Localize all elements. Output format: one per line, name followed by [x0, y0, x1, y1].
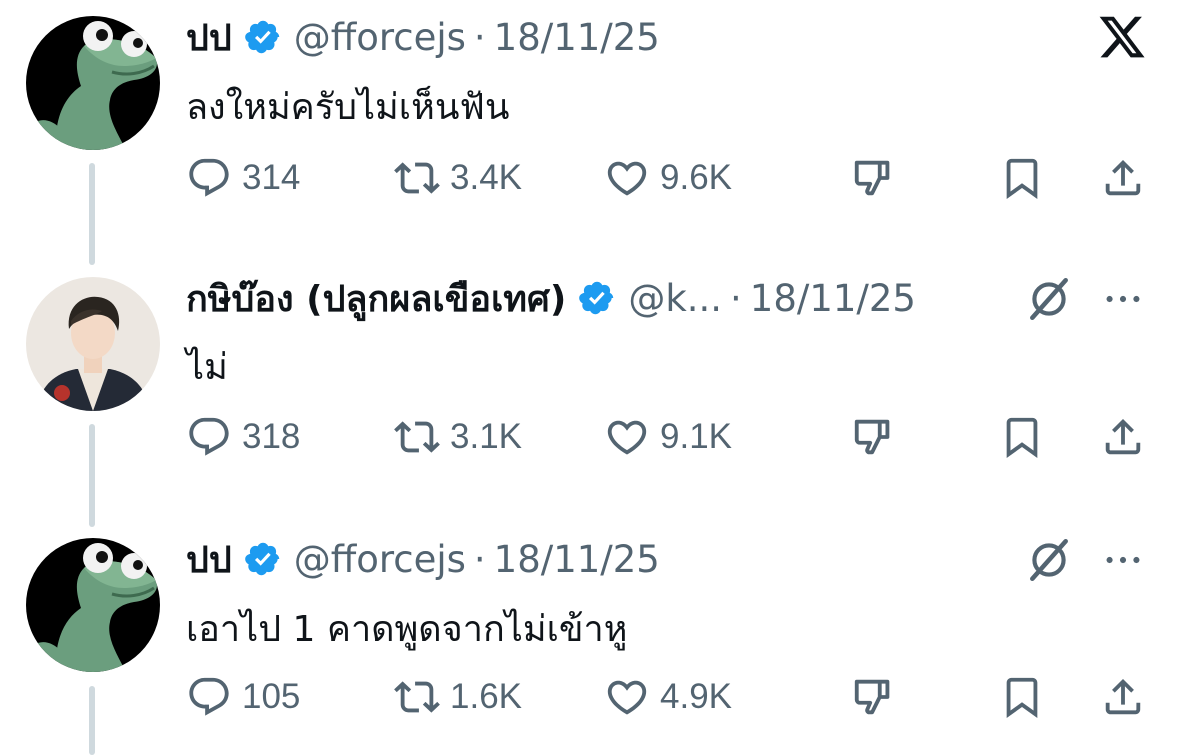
- reply-count: 314: [242, 158, 301, 197]
- display-name[interactable]: ปป: [186, 531, 232, 588]
- retweet-icon: [394, 681, 440, 713]
- action-bar: 105 1.6K 4.9K: [186, 672, 1146, 722]
- tweet-date[interactable]: 18/11/25: [494, 538, 660, 581]
- grok-icon[interactable]: [1024, 535, 1074, 585]
- retweet-count: 3.4K: [450, 158, 522, 197]
- share-icon: [1105, 678, 1141, 715]
- tweet-header: ปป @fforcejs · 18/11/25: [186, 535, 660, 583]
- like-button[interactable]: 4.9K: [604, 672, 732, 722]
- like-count: 9.6K: [660, 158, 732, 197]
- heart-icon: [607, 420, 647, 455]
- thread-line: [89, 686, 95, 755]
- tweet-header: ปป @fforcejs · 18/11/25: [186, 13, 660, 61]
- reply-icon: [189, 677, 229, 716]
- x-logo-icon: [1099, 16, 1145, 58]
- more-options-icon[interactable]: [1100, 276, 1146, 322]
- heart-icon: [607, 161, 647, 196]
- user-handle[interactable]: @k...: [628, 277, 722, 320]
- tweet-date[interactable]: 18/11/25: [494, 16, 660, 59]
- like-button[interactable]: 9.6K: [604, 153, 732, 203]
- retweet-button[interactable]: 3.1K: [394, 412, 522, 462]
- dislike-button[interactable]: [851, 672, 897, 722]
- avatar[interactable]: [26, 538, 160, 672]
- thread-line: [89, 424, 95, 527]
- action-bar: 318 3.1K 9.1K: [186, 412, 1146, 462]
- like-button[interactable]: 9.1K: [604, 412, 732, 462]
- bookmark-icon: [1006, 158, 1038, 199]
- bookmark-button[interactable]: [999, 672, 1045, 722]
- reply-count: 318: [242, 417, 301, 456]
- bookmark-button[interactable]: [999, 153, 1045, 203]
- thumbs-down-icon: [854, 419, 890, 455]
- user-handle[interactable]: @fforcejs: [294, 16, 466, 59]
- display-name[interactable]: กษิบ๊อง (ปลูกผลเขือเทศ): [186, 270, 566, 327]
- user-handle[interactable]: @fforcejs: [294, 538, 466, 581]
- more-options-icon[interactable]: [1100, 537, 1146, 583]
- thumbs-down-icon: [854, 160, 890, 196]
- tweet-text: ลงใหม่ครับไม่เห็นฟัน: [186, 87, 510, 128]
- separator: ·: [730, 276, 742, 320]
- thread-line: [89, 163, 95, 265]
- bookmark-button[interactable]: [999, 412, 1045, 462]
- grok-icon[interactable]: [1024, 274, 1074, 324]
- avatar[interactable]: [26, 16, 160, 150]
- tweet-date[interactable]: 18/11/25: [750, 277, 916, 320]
- tweet-header: กษิบ๊อง (ปลูกผลเขือเทศ) @k... · 18/11/25: [186, 274, 916, 322]
- retweet-button[interactable]: 1.6K: [394, 672, 522, 722]
- verified-badge-icon: [244, 542, 279, 576]
- tweet-text: ไม่: [186, 347, 228, 388]
- share-button[interactable]: [1100, 153, 1146, 203]
- verified-badge-icon: [579, 281, 614, 315]
- verified-badge-icon: [244, 20, 279, 54]
- retweet-count: 1.6K: [450, 677, 522, 716]
- tweet-text: เอาไป 1 คาดพูดจากไม่เข้าหู: [186, 609, 628, 650]
- reply-icon: [189, 158, 229, 197]
- like-count: 4.9K: [660, 677, 732, 716]
- separator: ·: [473, 15, 486, 59]
- reply-count: 105: [242, 677, 301, 716]
- share-icon: [1105, 159, 1141, 196]
- share-button[interactable]: [1100, 672, 1146, 722]
- bookmark-icon: [1006, 417, 1038, 458]
- retweet-button[interactable]: 3.4K: [394, 153, 522, 203]
- retweet-icon: [394, 421, 440, 453]
- avatar[interactable]: [26, 277, 160, 411]
- like-count: 9.1K: [660, 417, 732, 456]
- share-icon: [1105, 418, 1141, 455]
- reply-button[interactable]: 314: [186, 153, 300, 203]
- reply-icon: [189, 417, 229, 456]
- dislike-button[interactable]: [851, 412, 897, 462]
- separator: ·: [473, 537, 486, 581]
- heart-icon: [607, 680, 647, 715]
- action-bar: 314 3.4K 9.6K: [186, 153, 1146, 203]
- reply-button[interactable]: 105: [186, 672, 300, 722]
- dislike-button[interactable]: [851, 153, 897, 203]
- bookmark-icon: [1006, 677, 1038, 718]
- retweet-icon: [394, 162, 440, 194]
- thumbs-down-icon: [854, 679, 890, 715]
- retweet-count: 3.1K: [450, 417, 522, 456]
- reply-button[interactable]: 318: [186, 412, 300, 462]
- display-name[interactable]: ปป: [186, 9, 232, 66]
- share-button[interactable]: [1100, 412, 1146, 462]
